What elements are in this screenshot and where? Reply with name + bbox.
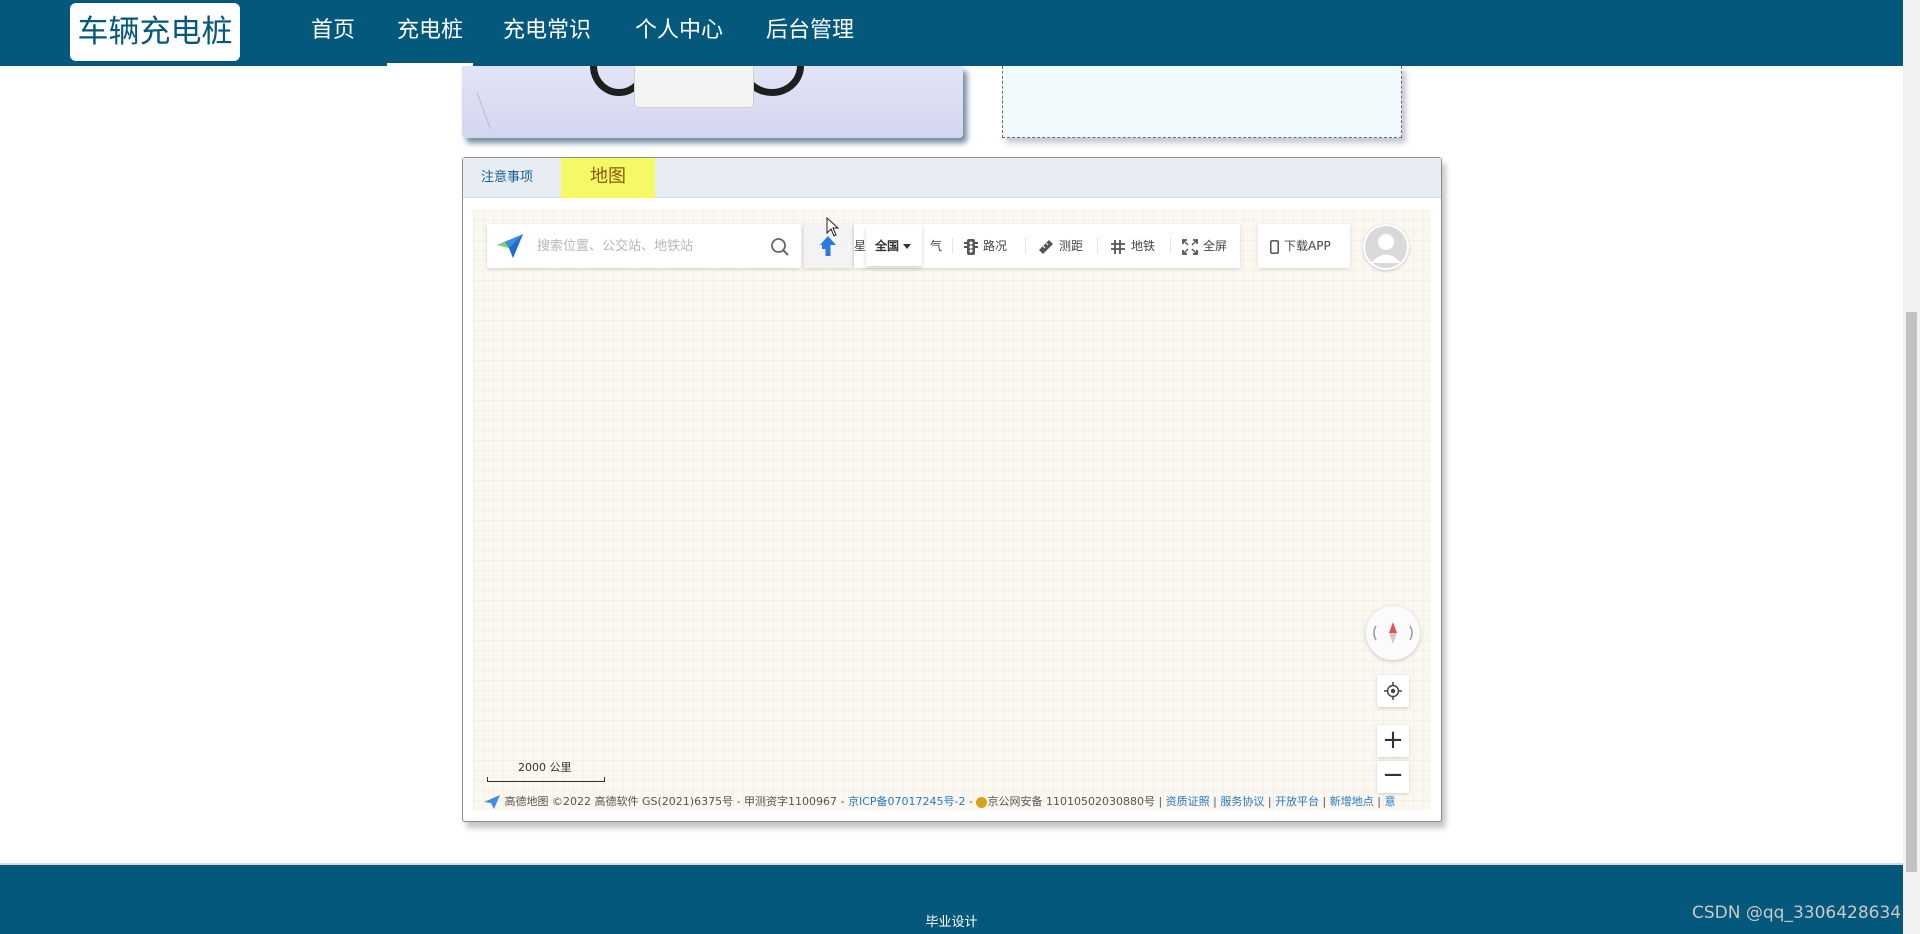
icp-link[interactable]: 京ICP备07017245号-2 [848,795,966,808]
police-record[interactable]: 京公网安备 11010502030880号 [987,795,1154,808]
link-add-place[interactable]: 新增地点 [1330,795,1374,808]
tool-satellite[interactable]: 星 [854,224,866,268]
tool-fullscreen[interactable]: 全屏 [1182,224,1227,268]
footer-text: 毕业设计 [925,915,978,930]
fullscreen-icon [1182,238,1198,255]
tab-notice[interactable]: 注意事项 [481,158,533,198]
tab-map[interactable]: 地图 [561,158,655,198]
map-canvas[interactable]: 星 全国 气 路况 测距 [473,210,1431,810]
compass-control[interactable] [1366,606,1420,660]
locate-icon [1384,682,1402,700]
locate-button[interactable] [1377,675,1409,707]
copyright-brand: 高德地图 [504,795,549,808]
charging-pile-image [462,66,963,138]
tool-weather[interactable]: 气 [930,224,942,268]
card-tab-bar: 注意事项 地图 [463,158,1441,198]
police-badge-icon [976,796,988,808]
traffic-light-icon [964,238,978,255]
nav-personal-center[interactable]: 个人中心 [634,0,724,66]
nav-charging-knowledge[interactable]: 充电常识 [503,0,591,66]
ruler-icon [1039,239,1053,254]
map-tools-bar: 星 全国 气 路况 测距 地铁 全屏 [854,224,1240,268]
minus-icon: − [1382,760,1404,790]
tool-divider [1097,238,1098,254]
copyright-text: ©2022 高德软件 GS(2021)6375号 - 甲测资字1100967 - [552,795,848,808]
map-scale-label: 2000 公里 [518,761,572,774]
page-footer: 毕业设计 [0,865,1903,934]
amap-logo-icon [497,234,523,258]
search-icon[interactable] [769,236,791,258]
chevron-down-icon [903,244,912,249]
map-copyright: 高德地图 ©2022 高德软件 GS(2021)6375号 - 甲测资字1100… [483,793,1431,810]
link-feedback[interactable]: 意 [1384,795,1395,808]
map-scale-bar [487,777,605,782]
tool-traffic[interactable]: 路况 [964,224,1007,268]
map-search-box [487,224,801,268]
compass-icon [1373,622,1413,644]
user-avatar-icon [1365,226,1407,268]
map-card: 注意事项 地图 星 全国 [462,157,1442,822]
csdn-watermark: CSDN @qq_3306428634 [1692,903,1902,923]
route-arrow-icon [820,236,836,256]
phone-icon [1270,239,1279,254]
zoom-out-button[interactable]: − [1377,761,1409,793]
nav-charging-pile[interactable]: 充电桩 [387,0,473,66]
link-qualification[interactable]: 资质证照 [1166,795,1210,808]
download-app-button[interactable]: 下载APP [1258,224,1350,268]
tool-divider [952,238,953,254]
tool-measure[interactable]: 测距 [1038,224,1083,268]
amap-small-logo-icon [484,795,500,809]
plus-icon: + [1382,725,1404,755]
charger-body [634,66,754,108]
top-navbar: 车辆充电桩 首页 充电桩 充电常识 个人中心 后台管理 [0,0,1903,66]
nav-admin[interactable]: 后台管理 [765,0,855,66]
city-select-value: 全国 [875,239,900,253]
floor-decoration [476,78,528,130]
map-search-input[interactable] [537,236,757,256]
scrollbar-thumb[interactable] [1906,312,1917,872]
nav-home[interactable]: 首页 [309,0,357,66]
brand-logo[interactable]: 车辆充电桩 [70,3,240,61]
city-select[interactable]: 全国 [866,226,922,266]
tool-divider [1170,238,1171,254]
link-service-agreement[interactable]: 服务协议 [1220,795,1264,808]
zoom-in-button[interactable]: + [1377,725,1409,757]
tool-subway[interactable]: 地铁 [1110,224,1155,268]
link-open-platform[interactable]: 开放平台 [1275,795,1319,808]
tool-divider [1025,238,1026,254]
user-avatar[interactable] [1363,224,1409,270]
subway-icon [1111,239,1125,254]
mouse-cursor-icon [826,217,840,237]
pile-info-box [1002,66,1402,138]
